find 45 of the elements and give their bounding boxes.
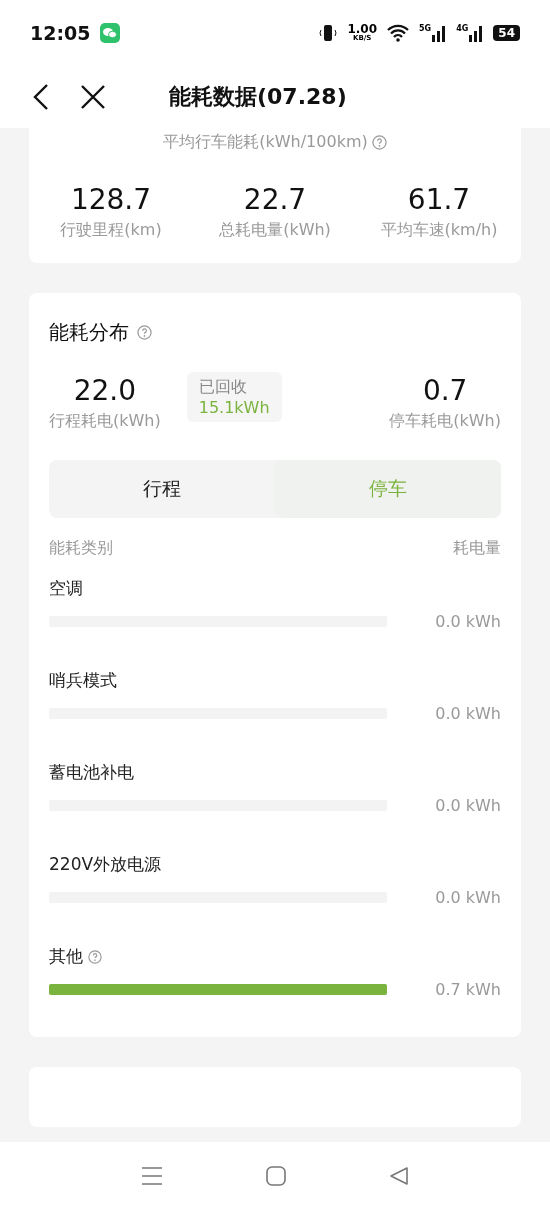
usage-reading: 0.0 kWh [435,704,501,723]
help-icon[interactable] [371,135,387,150]
stat-value: 0.7 [422,374,468,407]
page-title: 能耗数据(07.28) [169,82,347,111]
category-name: 蓄电池补电 [49,761,134,784]
stat-value: 22.0 [73,374,137,407]
stat-label: 行程耗电(kWh) [49,411,161,432]
stat-label: 平均车速(km/h) [380,220,498,241]
column-header: 耗电量 [453,538,501,559]
menu-button[interactable] [141,1165,164,1186]
close-button[interactable] [80,83,106,110]
network-speed: 1.00 [347,23,377,35]
back-nav-button[interactable] [388,1165,409,1186]
signal-icon [469,23,484,42]
column-header: 能耗类别 [49,538,113,559]
clock: 12:05 [30,21,91,44]
category-name: 220V外放电源 [49,853,162,876]
caption: 平均行车能耗(kWh/100km) [163,132,368,153]
usage-reading: 0.0 kWh [435,796,501,815]
network-type: 5G [419,23,432,33]
usage-reading: 0.0 kWh [435,612,501,631]
section-title: 能耗分布 [49,319,129,346]
category-name: 哨兵模式 [49,669,117,692]
home-button[interactable] [266,1165,286,1186]
stat-value: 128.7 [70,183,152,216]
help-icon[interactable] [137,325,152,340]
battery-level: 54 [493,24,520,41]
vibrate-icon [319,23,338,42]
help-icon[interactable] [88,949,102,964]
signal-icon [432,23,447,42]
tooltip-label: 已回收 [198,377,248,398]
category-name: 其他 [49,945,83,968]
tooltip-value: 15.1kWh [198,398,270,417]
tab[interactable]: 行程 [49,460,275,518]
stat-label: 行驶里程(km) [60,220,162,241]
network-type: 4G [456,23,469,33]
stat-value: 22.7 [243,183,307,216]
stat-value: 61.7 [407,183,471,216]
usage-reading: 0.0 kWh [435,888,501,907]
usage-reading: 0.7 kWh [435,980,501,999]
wifi-icon [387,23,409,42]
stat-label: 停车耗电(kWh) [389,411,501,432]
chat-app-icon [100,22,121,43]
stat-label: 总耗电量(kWh) [219,220,331,241]
category-name: 空调 [49,577,83,600]
